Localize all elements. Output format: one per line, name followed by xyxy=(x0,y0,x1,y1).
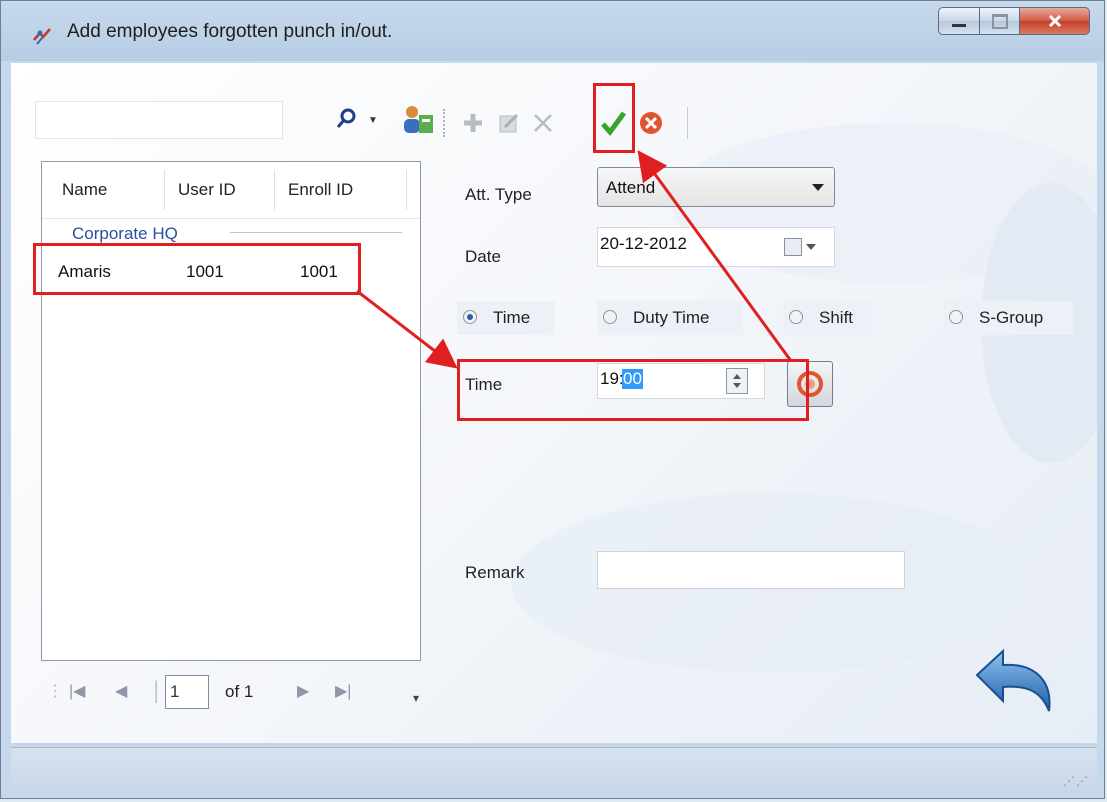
arrow-time-to-save xyxy=(637,150,793,362)
dialog-window: Add employees forgotten punch in/out. ▼ … xyxy=(0,0,1105,799)
arrow-row-to-time xyxy=(356,289,458,369)
annotation-arrows xyxy=(356,150,793,369)
